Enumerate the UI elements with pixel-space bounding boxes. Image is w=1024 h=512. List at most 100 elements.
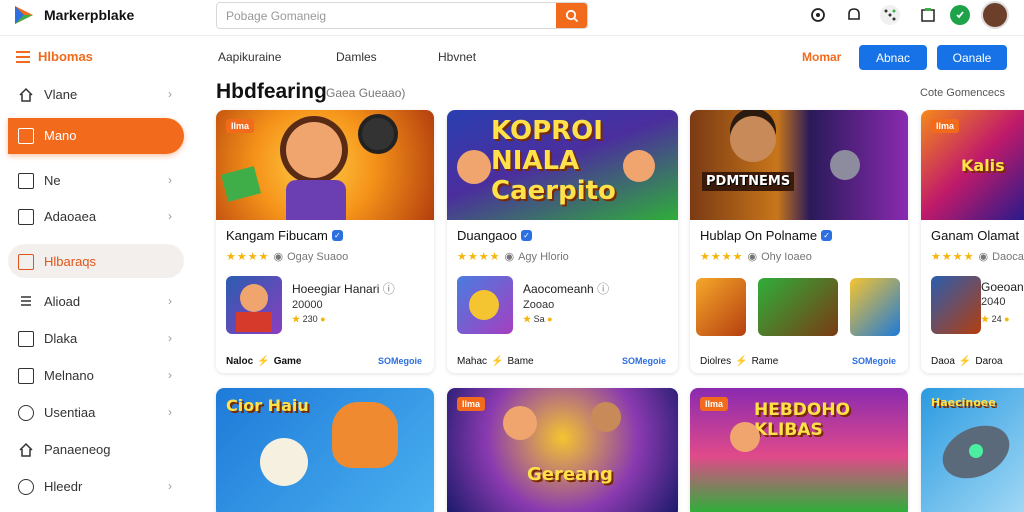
card-name-text: Hublap On Polname <box>700 228 818 243</box>
square-icon <box>18 173 34 189</box>
star-icon: ★ <box>292 314 301 324</box>
chevron-right-icon: › <box>168 294 172 308</box>
card-image: KOPROI NIALA Caerpito <box>447 110 678 220</box>
card-name[interactable]: Ganam Olamat <box>931 228 1019 243</box>
card-link[interactable]: SOMegoie <box>378 356 422 366</box>
section-title: Hbdfearing <box>216 80 327 103</box>
rating-text: Agy Hlorio <box>518 250 569 263</box>
game-thumbnail[interactable] <box>931 276 981 334</box>
sidebar-item-adaoaea[interactable]: Adaoaea › <box>0 199 196 235</box>
sidebar-item-mano[interactable]: Mano <box>0 118 196 154</box>
game-thumbnail[interactable] <box>226 276 282 334</box>
card-link[interactable]: SOMegoie <box>852 356 896 366</box>
game-name: Hoeegiar Hanari ⓘ 20000 <box>292 280 432 311</box>
calendar-icon[interactable] <box>918 5 938 25</box>
sidebar-item-label: Melnano <box>44 368 94 383</box>
sidebar-item-label: Adaoaea <box>44 209 97 224</box>
card-name-text: Ganam Olamat <box>931 228 1020 243</box>
card-name[interactable]: Kangam Fibucam ✓ <box>226 228 343 243</box>
game-name-text: Hoeegiar Hanari <box>292 282 380 296</box>
game-thumbnail[interactable] <box>850 278 900 336</box>
game-card[interactable]: Gereang Ilma <box>447 388 678 512</box>
card-rating: ★★★★ ◉ Daoca <box>931 250 1024 264</box>
game-thumbnail[interactable] <box>758 278 838 336</box>
sidebar-item-panaeneog[interactable]: Panaeneog <box>0 432 196 468</box>
sidebar-item-dlaka[interactable]: Dlaka › <box>0 321 196 357</box>
footer-label-2: Game <box>273 356 302 367</box>
card-name[interactable]: Duangaoo ✓ <box>457 228 532 243</box>
sidebar-item-usentiaa[interactable]: Usentiaa › <box>0 395 196 431</box>
footer-label: Naloc <box>226 356 254 367</box>
subnav-item[interactable]: Hbvnet <box>438 50 476 64</box>
profile-icon <box>18 209 34 225</box>
sidebar-item-hlbaraqs[interactable]: Hlbaraqs <box>0 244 196 280</box>
game-sub-text: 20000 <box>292 299 323 311</box>
status-icon[interactable] <box>950 5 970 25</box>
user-icon <box>18 479 34 495</box>
brand-name: Markerpblake <box>44 7 135 23</box>
subnav-item[interactable]: Aapikuraine <box>218 50 281 64</box>
star-icon: ★ <box>981 314 990 324</box>
search-icon <box>565 9 578 22</box>
game-card[interactable]: HEBDOHO KLIBAS Ilma <box>690 388 908 512</box>
apps-icon[interactable] <box>880 5 900 25</box>
game-points: ★ Sa ● <box>523 314 553 325</box>
sidebar-item-alioad[interactable]: Alioad › <box>0 284 196 320</box>
card-image: Haecinoee <box>921 388 1024 512</box>
card-image: PDMTNEMS <box>690 110 908 220</box>
card-badge: Ilma <box>457 397 486 411</box>
game-card[interactable]: Haecinoee <box>921 388 1024 512</box>
game-card[interactable]: KOPROI NIALA Caerpito Duangaoo ✓ ★★★★ ◉ Agy… <box>447 110 678 373</box>
primary-button-1[interactable]: Abnac <box>859 45 927 70</box>
sidebar-item-vlane[interactable]: Vlane › <box>0 77 196 113</box>
star-rating-icon: ★★★★ <box>700 251 744 263</box>
see-all-link[interactable]: Cote Gomencecs <box>920 87 1005 99</box>
card-footer: Mahac ⚡ Bame <box>457 356 534 367</box>
sidebar-item-label: Vlane <box>44 87 78 102</box>
game-card[interactable]: PDMTNEMS Hublap On Polname ✓ ★★★★ ◉ Ohy Ioa… <box>690 110 908 373</box>
search-button[interactable] <box>556 3 587 28</box>
game-card[interactable]: Cior Haiu <box>216 388 434 512</box>
sidebar-item-ne[interactable]: Ne › <box>0 163 196 199</box>
card-link[interactable]: SOMegoie <box>622 356 666 366</box>
points-value: 230 <box>302 314 318 324</box>
clock-icon <box>18 405 34 421</box>
card-art-title: Kalis <box>961 156 1005 175</box>
sidebar-item-melnano[interactable]: Melnano › <box>0 358 196 394</box>
game-thumbnail[interactable] <box>696 278 746 336</box>
footer-label: Mahac <box>457 356 488 367</box>
card-footer: Daoa ⚡ Daroa <box>931 356 1003 367</box>
card-footer: Naloc ⚡ Game <box>226 356 301 367</box>
settings-icon[interactable] <box>808 5 828 25</box>
star-rating-icon: ★★★★ <box>226 251 270 263</box>
avatar[interactable] <box>981 1 1009 29</box>
card-art-title: Cior Haiu <box>226 396 309 415</box>
points-value: Sa <box>533 314 545 324</box>
verified-icon: ✓ <box>331 230 343 241</box>
app-logo-icon[interactable] <box>12 3 36 27</box>
card-badge: Ilma <box>931 119 960 133</box>
section-subtitle: Gaea Gueaao) <box>326 86 406 100</box>
subnav-item[interactable]: Damles <box>336 50 377 64</box>
bolt-icon: ⚡ <box>257 356 270 367</box>
list-icon <box>18 254 34 270</box>
game-card[interactable]: Kalis Ilma Ganam Olamat ★★★★ ◉ Daoca Goeoa… <box>921 110 1024 373</box>
star-rating-icon: ★★★★ <box>457 251 501 263</box>
footer-label-2: Bame <box>507 356 534 367</box>
subnav-action-link[interactable]: Momar <box>802 50 841 64</box>
search-input[interactable] <box>217 3 557 28</box>
coin-icon: ● <box>547 314 553 324</box>
game-card[interactable]: Ilma Kangam Fibucam ✓ ★★★★ ◉ Ogay Suaoo Hoe… <box>216 110 434 373</box>
game-thumbnail[interactable] <box>457 276 513 334</box>
game-name-text: Goeoan <box>981 280 1024 294</box>
sidebar-header[interactable]: Hlbomas <box>16 49 93 64</box>
house-icon <box>18 442 34 458</box>
sidebar-item-hleedr[interactable]: Hleedr › <box>0 469 196 505</box>
primary-button-2[interactable]: Oanale <box>937 45 1007 70</box>
game-sub-text: 2040 <box>981 296 1006 308</box>
chevron-right-icon: › <box>168 368 172 382</box>
top-bar: Markerpblake <box>0 0 1024 36</box>
card-name[interactable]: Hublap On Polname ✓ <box>700 228 833 243</box>
notification-icon[interactable] <box>844 5 864 25</box>
sidebar: Hlbomas Vlane › Mano Ne › Adaoaea › Hlba… <box>0 37 200 512</box>
